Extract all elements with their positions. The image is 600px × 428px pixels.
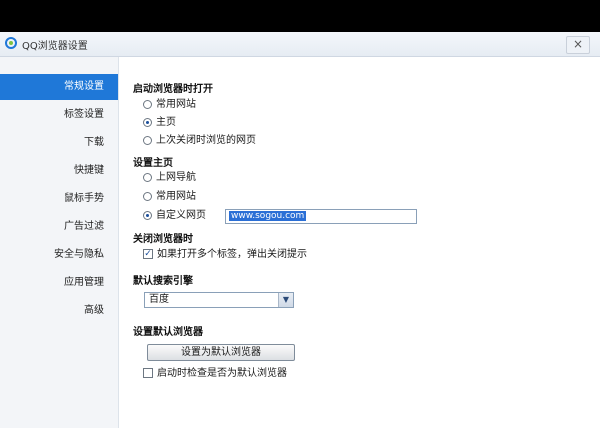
radio-button-selected[interactable] <box>143 117 152 127</box>
sidebar-item-tabs[interactable]: 标签设置 <box>0 102 118 128</box>
watermark: 悟空问答 <box>466 396 596 422</box>
radio-button[interactable] <box>143 172 152 182</box>
custom-homepage-url: www.sogou.com <box>229 211 307 221</box>
qq-browser-logo-icon <box>5 37 17 49</box>
startup-option-homepage[interactable]: 主页 <box>143 116 176 130</box>
radio-button[interactable] <box>143 135 152 145</box>
search-engine-value: 百度 <box>149 294 169 305</box>
search-engine-heading: 默认搜索引擎 <box>133 276 193 287</box>
startup-heading: 启动浏览器时打开 <box>133 84 213 95</box>
default-browser-heading: 设置默认浏览器 <box>133 327 203 338</box>
homepage-option-custom[interactable]: 自定义网页 <box>143 209 206 223</box>
sidebar-item-ad-filter[interactable]: 广告过滤 <box>0 214 118 240</box>
chevron-down-icon[interactable]: ▼ <box>278 293 293 307</box>
sidebar-item-download[interactable]: 下载 <box>0 130 118 156</box>
sidebar-item-app-management[interactable]: 应用管理 <box>0 270 118 296</box>
custom-homepage-input[interactable]: www.sogou.com <box>225 209 417 224</box>
sidebar-item-security-privacy[interactable]: 安全与隐私 <box>0 242 118 268</box>
startup-option-last-session[interactable]: 上次关闭时浏览的网页 <box>143 134 256 148</box>
radio-button[interactable] <box>143 99 152 109</box>
close-prompt-checkbox-row[interactable]: ✓ 如果打开多个标签，弹出关闭提示 <box>143 248 307 262</box>
sidebar-item-general[interactable]: 常规设置 <box>0 74 118 100</box>
homepage-heading: 设置主页 <box>133 158 173 169</box>
chat-bubble-icon <box>466 401 482 417</box>
search-engine-select[interactable]: 百度 ▼ <box>144 292 294 308</box>
checkbox-checked[interactable]: ✓ <box>143 249 153 259</box>
sidebar-item-shortcuts[interactable]: 快捷键 <box>0 158 118 184</box>
settings-content: 启动浏览器时打开 常用网站 主页 上次关闭时浏览的网页 设置主页 上网导航 常用… <box>119 57 600 428</box>
set-default-browser-button[interactable]: 设置为默认浏览器 <box>147 344 295 361</box>
radio-button-selected[interactable] <box>143 210 152 220</box>
close-button[interactable]: × <box>566 36 590 54</box>
title-bar: QQ浏览器设置 × <box>0 32 600 57</box>
window-title: QQ浏览器设置 <box>22 41 88 52</box>
check-default-checkbox-row[interactable]: 启动时检查是否为默认浏览器 <box>143 367 287 381</box>
sidebar-item-advanced[interactable]: 高级 <box>0 298 118 324</box>
close-browser-heading: 关闭浏览器时 <box>133 234 193 245</box>
checkbox-unchecked[interactable] <box>143 368 153 378</box>
settings-window: QQ浏览器设置 × 常规设置 标签设置 下载 快捷键 鼠标手势 广告过滤 安全与… <box>0 32 600 428</box>
radio-button[interactable] <box>143 191 152 201</box>
homepage-option-common-sites[interactable]: 常用网站 <box>143 190 196 204</box>
settings-sidebar: 常规设置 标签设置 下载 快捷键 鼠标手势 广告过滤 安全与隐私 应用管理 高级 <box>0 57 119 428</box>
startup-option-common-sites[interactable]: 常用网站 <box>143 98 196 112</box>
homepage-option-navigation[interactable]: 上网导航 <box>143 171 196 185</box>
sidebar-item-mouse-gestures[interactable]: 鼠标手势 <box>0 186 118 212</box>
